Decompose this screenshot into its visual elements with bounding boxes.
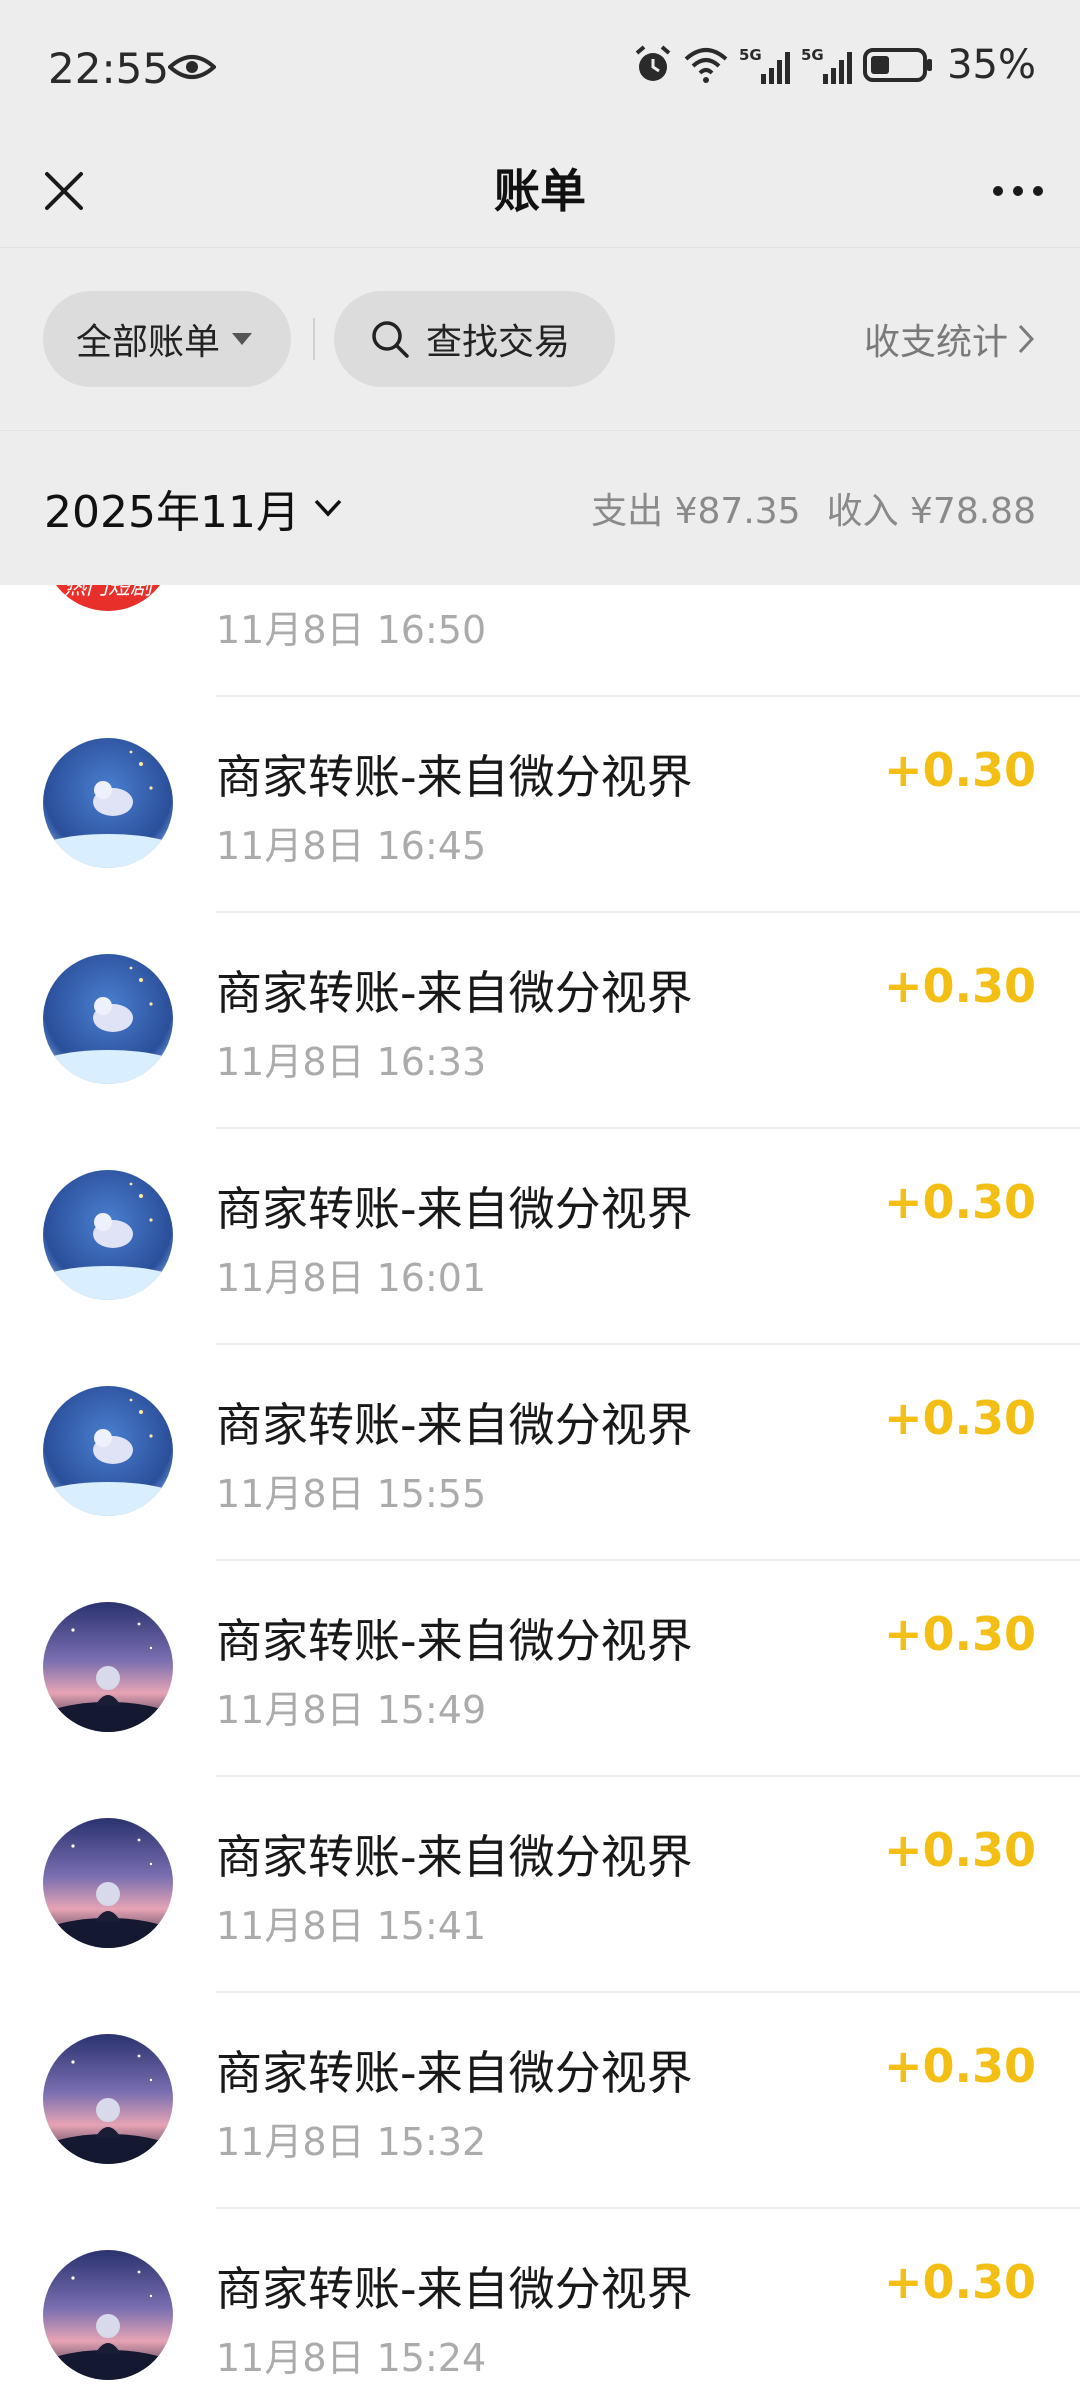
stats-label: 收支统计 bbox=[863, 322, 1008, 363]
battery-icon bbox=[863, 48, 933, 82]
transaction-title: 商家转账-来自微分视界 bbox=[216, 750, 693, 804]
month-label: 2025年11月 bbox=[44, 487, 300, 538]
chevron-down-icon bbox=[314, 499, 342, 517]
transaction-title: 商家转账-来自微分视界 bbox=[216, 1398, 693, 1452]
status-icons: 5G 5G 35% bbox=[633, 42, 1036, 88]
avatar bbox=[43, 1818, 173, 1948]
transaction-time: 11月8日 15:49 bbox=[216, 1688, 487, 1732]
all-bills-dropdown[interactable]: 全部账单 bbox=[43, 291, 291, 387]
eye-icon bbox=[168, 55, 216, 79]
transaction-row[interactable]: 商家转账-来自微分视界 11月8日 15:55 +0.30 bbox=[0, 1345, 1080, 1561]
transaction-title: 商家转账-来自微分视界 bbox=[216, 1182, 693, 1236]
avatar bbox=[43, 738, 173, 868]
transaction-row[interactable]: 商家转账-来自微分视界 11月8日 16:01 +0.30 bbox=[0, 1129, 1080, 1345]
close-button[interactable] bbox=[30, 157, 98, 225]
transaction-row-partial[interactable]: 热门短剧 11月8日 16:50 bbox=[0, 585, 1080, 697]
transaction-amount: +0.30 bbox=[883, 1175, 1036, 1229]
transaction-title: 商家转账-来自微分视界 bbox=[216, 2046, 693, 2100]
month-header: 2025年11月 支出 ¥87.35 收入 ¥78.88 bbox=[0, 430, 1080, 585]
month-selector[interactable]: 2025年11月 bbox=[44, 475, 342, 541]
transaction-amount: +0.30 bbox=[883, 2255, 1036, 2309]
wifi-icon bbox=[684, 48, 728, 83]
avatar bbox=[43, 1386, 173, 1516]
chevron-right-icon bbox=[1018, 324, 1034, 354]
transaction-row[interactable]: 商家转账-来自微分视界 11月8日 15:41 +0.30 bbox=[0, 1777, 1080, 1993]
avatar bbox=[43, 1602, 173, 1732]
transaction-title: 商家转账-来自微分视界 bbox=[216, 2262, 693, 2316]
alarm-icon bbox=[635, 45, 671, 81]
avatar bbox=[43, 954, 173, 1084]
transaction-time: 11月8日 16:33 bbox=[216, 1040, 487, 1084]
transaction-time: 11月8日 16:45 bbox=[216, 824, 487, 868]
search-label: 查找交易 bbox=[426, 322, 571, 363]
transaction-time: 11月8日 15:32 bbox=[216, 2120, 487, 2164]
more-button[interactable] bbox=[978, 157, 1058, 225]
status-bar: 22:55 5G 5G 35% bbox=[0, 0, 1080, 135]
transaction-title: 商家转账-来自微分视界 bbox=[216, 1830, 693, 1884]
transaction-amount: +0.30 bbox=[883, 1607, 1036, 1661]
transaction-time: 11月8日 15:24 bbox=[216, 2336, 487, 2380]
month-income: 收入 ¥78.88 bbox=[826, 491, 1036, 532]
page-title: 账单 bbox=[494, 164, 586, 218]
transaction-row[interactable]: 商家转账-来自微分视界 11月8日 15:49 +0.30 bbox=[0, 1561, 1080, 1777]
caret-down-icon bbox=[232, 333, 253, 345]
filter-bar: 全部账单 查找交易 收支统计 bbox=[0, 247, 1080, 430]
signal-5g-icon: 5G bbox=[801, 46, 853, 84]
status-time: 22:55 bbox=[48, 44, 170, 93]
avatar bbox=[43, 2250, 173, 2380]
avatar bbox=[43, 1170, 173, 1300]
transaction-title: 商家转账-来自微分视界 bbox=[216, 1614, 693, 1668]
transaction-amount: +0.30 bbox=[883, 959, 1036, 1013]
search-icon bbox=[372, 321, 409, 358]
search-transactions-button[interactable]: 查找交易 bbox=[334, 291, 615, 387]
signal-label: 5G bbox=[801, 46, 824, 64]
transaction-row[interactable]: 商家转账-来自微分视界 11月8日 16:33 +0.30 bbox=[0, 913, 1080, 1129]
transaction-row[interactable]: 商家转账-来自微分视界 11月8日 15:32 +0.30 bbox=[0, 1993, 1080, 2209]
transaction-amount: +0.30 bbox=[883, 1823, 1036, 1877]
avatar-text: 热门短剧 bbox=[63, 585, 152, 600]
transaction-amount: +0.30 bbox=[883, 2039, 1036, 2093]
signal-label: 5G bbox=[739, 46, 762, 64]
transaction-title: 商家转账-来自微分视界 bbox=[216, 966, 693, 1020]
transaction-row[interactable]: 商家转账-来自微分视界 11月8日 16:45 +0.30 bbox=[0, 697, 1080, 913]
transaction-row[interactable]: 商家转账-来自微分视界 11月8日 15:24 +0.30 bbox=[0, 2209, 1080, 2387]
transaction-list[interactable]: 热门短剧 11月8日 16:50 商家转账-来自微分视界 11月8日 16:45… bbox=[0, 585, 1080, 2387]
transaction-time: 11月8日 15:55 bbox=[216, 1472, 487, 1516]
divider bbox=[313, 318, 315, 360]
avatar: 热门短剧 bbox=[43, 585, 173, 611]
battery-percent: 35% bbox=[947, 42, 1036, 88]
transaction-amount: +0.30 bbox=[883, 1391, 1036, 1445]
close-icon bbox=[45, 172, 83, 210]
signal-5g-icon: 5G bbox=[739, 46, 791, 84]
avatar bbox=[43, 2034, 173, 2164]
all-bills-label: 全部账单 bbox=[76, 322, 221, 363]
transaction-amount: +0.30 bbox=[883, 743, 1036, 797]
month-summary: 支出 ¥87.35 收入 ¥78.88 bbox=[591, 475, 1036, 541]
nav-bar: 账单 bbox=[0, 135, 1080, 247]
transaction-time: 11月8日 16:01 bbox=[216, 1256, 487, 1300]
month-expense: 支出 ¥87.35 bbox=[591, 491, 801, 532]
income-expense-stats-link[interactable]: 收支统计 bbox=[864, 291, 1034, 387]
more-icon bbox=[993, 186, 1043, 196]
transaction-time: 11月8日 16:50 bbox=[216, 608, 487, 652]
transaction-time: 11月8日 15:41 bbox=[216, 1904, 487, 1948]
